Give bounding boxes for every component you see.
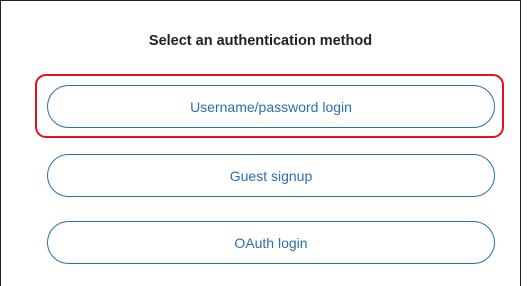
- auth-method-panel: Select an authentication method Username…: [0, 0, 521, 286]
- guest-signup-button[interactable]: Guest signup: [47, 154, 495, 197]
- username-password-login-button[interactable]: Username/password login: [47, 85, 495, 128]
- page-title: Select an authentication method: [148, 33, 373, 49]
- oauth-login-button[interactable]: OAuth login: [47, 221, 495, 264]
